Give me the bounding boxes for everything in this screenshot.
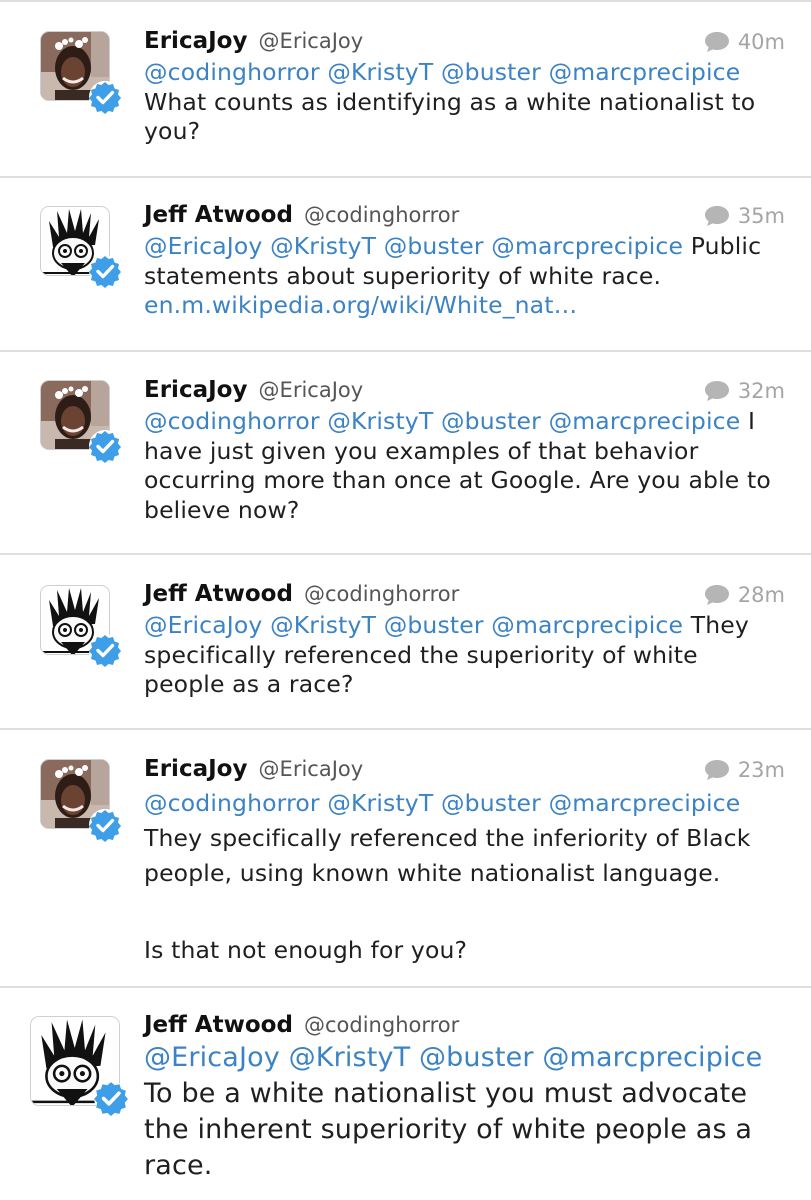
timestamp: 32m [737,379,785,403]
mention-link[interactable]: @marcprecipice [549,58,741,86]
tweet-header: EricaJoy @EricaJoy 32m [144,377,785,411]
tweet-meta: 28m [704,583,785,607]
author-name[interactable]: Jeff Atwood [144,202,293,228]
tweet-body: @codinghorror @KristyT @buster @marcprec… [144,58,783,147]
tweet-meta: 40m [704,30,785,54]
top-divider [0,0,811,2]
mention-link[interactable]: @EricaJoy [144,232,262,260]
mention-link[interactable]: @KristyT [270,232,376,260]
mention-link[interactable]: @marcprecipice [491,611,683,639]
tweet-divider [0,728,811,730]
mention-link[interactable]: @KristyT [270,611,376,639]
tweet-divider [0,350,811,352]
tweet-divider [0,176,811,178]
author-handle[interactable]: @codinghorror [304,203,459,227]
tweet-body: @codinghorror @KristyT @buster @marcprec… [144,407,783,525]
tweet[interactable]: Jeff Atwood @codinghorror 28m @EricaJoy … [0,581,811,731]
tweet-divider [0,553,811,555]
tweet[interactable]: EricaJoy @EricaJoy 40m @codinghorror @Kr… [0,28,811,178]
reply-bubble-icon[interactable] [704,205,730,227]
tweet-text: To be a white nationalist you must advoc… [144,1078,753,1181]
tweet-text: They specifically referenced the inferio… [144,824,751,887]
tweet-meta: 32m [704,379,785,403]
author-name[interactable]: EricaJoy [144,28,247,54]
mention-link[interactable]: @buster [441,789,541,817]
tweet-body: @codinghorror @KristyT @buster @marcprec… [144,786,783,968]
verified-badge-icon [88,429,122,463]
mention-link[interactable]: @KristyT [327,789,433,817]
author-handle[interactable]: @EricaJoy [259,757,364,781]
author-name[interactable]: Jeff Atwood [144,581,293,607]
verified-badge-icon [88,633,122,667]
verified-badge-icon [88,808,122,842]
tweet-header: Jeff Atwood @codinghorror 28m [144,581,785,615]
mention-link[interactable]: @marcprecipice [491,232,683,260]
mention-link[interactable]: @buster [419,1042,534,1073]
author-name[interactable]: Jeff Atwood [144,1012,293,1038]
timestamp: 28m [737,583,785,607]
tweet-text: What counts as identifying as a white na… [144,87,756,146]
mention-link[interactable]: @KristyT [327,58,433,86]
author-name[interactable]: EricaJoy [144,756,247,782]
tweet-meta: 23m [704,758,785,782]
mention-link[interactable]: @marcprecipice [542,1042,762,1073]
timestamp: 23m [737,758,785,782]
tweet-header: EricaJoy @EricaJoy 23m [144,756,785,790]
verified-badge-icon [88,254,122,288]
mention-link[interactable]: @KristyT [289,1042,411,1073]
url-link[interactable]: en.m.wikipedia.org/wiki/White_nat… [144,291,783,321]
author-handle[interactable]: @codinghorror [304,1013,459,1037]
mention-link[interactable]: @buster [384,232,484,260]
mention-link[interactable]: @codinghorror [144,407,320,435]
author-name[interactable]: EricaJoy [144,377,247,403]
verified-badge-icon [93,1080,129,1116]
tweet-header: Jeff Atwood @codinghorror 35m [144,202,785,236]
tweet-body: @EricaJoy @KristyT @buster @marcprecipic… [144,611,783,700]
tweet-meta: 35m [704,204,785,228]
tweet[interactable]: Jeff Atwood @codinghorror 35m @EricaJoy … [0,202,811,352]
reply-bubble-icon[interactable] [704,759,730,781]
reply-bubble-icon[interactable] [704,31,730,53]
author-handle[interactable]: @codinghorror [304,582,459,606]
tweet-text-followup: Is that not enough for you? [144,936,468,964]
tweet-divider [0,986,811,988]
mention-link[interactable]: @marcprecipice [549,789,741,817]
reply-bubble-icon[interactable] [704,584,730,606]
tweet[interactable]: EricaJoy @EricaJoy 23m @codinghorror @Kr… [0,756,811,986]
mention-link[interactable]: @KristyT [327,407,433,435]
mention-link[interactable]: @buster [384,611,484,639]
mention-link[interactable]: @EricaJoy [144,611,262,639]
tweet-body: @EricaJoy @KristyT @buster @marcprecipic… [144,1040,783,1184]
mention-link[interactable]: @buster [441,407,541,435]
mention-link[interactable]: @EricaJoy [144,1042,280,1073]
verified-badge-icon [88,80,122,114]
mention-link[interactable]: @codinghorror [144,58,320,86]
author-handle[interactable]: @EricaJoy [259,378,364,402]
tweet[interactable]: Jeff Atwood @codinghorror @EricaJoy @Kri… [0,1012,811,1200]
timestamp: 40m [737,30,785,54]
tweet-header: EricaJoy @EricaJoy 40m [144,28,785,62]
mention-link[interactable]: @codinghorror [144,789,320,817]
author-handle[interactable]: @EricaJoy [259,29,364,53]
reply-bubble-icon[interactable] [704,380,730,402]
tweet[interactable]: EricaJoy @EricaJoy 32m @codinghorror @Kr… [0,377,811,557]
mention-link[interactable]: @marcprecipice [549,407,741,435]
timestamp: 35m [737,204,785,228]
tweet-body: @EricaJoy @KristyT @buster @marcprecipic… [144,232,783,321]
mention-link[interactable]: @buster [441,58,541,86]
